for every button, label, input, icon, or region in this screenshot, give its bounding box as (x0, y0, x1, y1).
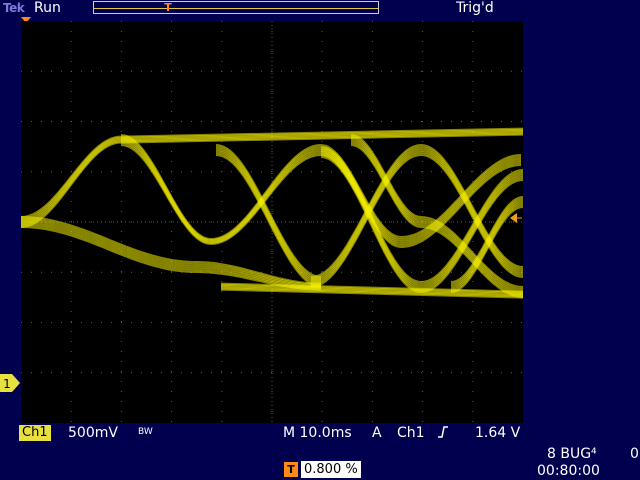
top-bar: Tek Run T Trig'd (0, 0, 640, 17)
clock: 00:80:00 (537, 463, 600, 479)
time-per-div: M 10.0ms (283, 425, 352, 441)
record-view-bar: T (93, 1, 379, 14)
channel-ground-marker: 1 (0, 374, 20, 392)
bug-code: 8 BUG⁴ (547, 446, 597, 462)
record-view-line (94, 8, 378, 9)
run-state: Run (34, 0, 61, 16)
svg-text:1: 1 (3, 377, 11, 391)
trace-segment (400, 160, 522, 244)
trigger-status: Trig'd (456, 0, 494, 16)
waveform-display (21, 21, 523, 423)
trigger-mode: A (372, 425, 382, 441)
bandwidth-limit-icon: BW (138, 427, 153, 437)
trace-segment (310, 154, 422, 288)
trigger-offset-value: 0.800 % (301, 461, 361, 478)
bug-count: 0 (630, 446, 639, 462)
trigger-offset-icon: T (284, 462, 298, 477)
rising-edge-icon (438, 426, 448, 438)
brand-logo: Tek (3, 1, 25, 15)
trigger-source: Ch1 (397, 425, 425, 441)
trace-segment (210, 154, 322, 245)
status-bar: Ch1 500mV BW M 10.0ms A Ch1 1.64 V (0, 424, 640, 442)
waveform-graticule (21, 21, 523, 423)
trace-segment (120, 144, 212, 245)
trigger-level-value: 1.64 V (475, 425, 521, 441)
volts-per-div: 500mV (68, 425, 118, 441)
trigger-level-arrow-icon (510, 213, 522, 223)
channel-badge[interactable]: Ch1 (19, 425, 51, 441)
trigger-position-icon: T (164, 1, 172, 14)
